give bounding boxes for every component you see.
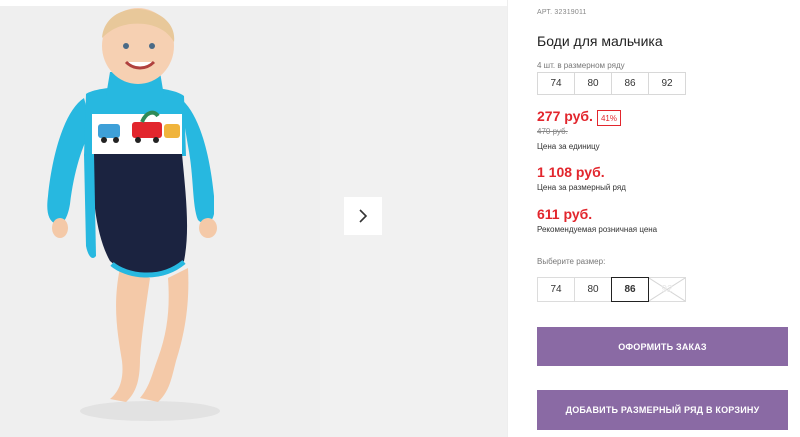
- pack-price: 1 108 руб.: [537, 164, 605, 180]
- pack-size-cell: 80: [574, 72, 612, 95]
- size-option-86[interactable]: 86: [611, 277, 649, 302]
- pack-size-note: 4 шт. в размерном ряду: [537, 61, 625, 70]
- size-option-74[interactable]: 74: [537, 277, 575, 302]
- size-option-92-unavailable: 92: [648, 277, 686, 302]
- old-price: 470 руб.: [537, 127, 568, 136]
- unit-price: 277 руб.: [537, 108, 593, 124]
- pack-price-note: Цена за размерный ряд: [537, 183, 626, 192]
- size-picker: 74 80 86 92: [537, 277, 686, 302]
- pack-size-cell: 74: [537, 72, 575, 95]
- pack-size-cell: 86: [611, 72, 649, 95]
- chevron-right-icon: [359, 209, 368, 223]
- size-picker-label: Выберите размер:: [537, 257, 606, 266]
- product-gallery: [0, 6, 507, 437]
- checkout-button[interactable]: ОФОРМИТЬ ЗАКАЗ: [537, 327, 788, 366]
- pack-size-cell: 92: [648, 72, 686, 95]
- pack-sizes: 74 80 86 92: [537, 72, 686, 95]
- retail-price-note: Рекомендуемая розничная цена: [537, 225, 658, 234]
- product-sku: АРТ. 32319011: [537, 9, 587, 16]
- size-option-92-label: 92: [661, 284, 673, 295]
- child-in-bodysuit-image: [0, 6, 320, 437]
- next-photo-button[interactable]: [344, 197, 382, 235]
- discount-badge: 41%: [597, 110, 621, 126]
- size-option-80[interactable]: 80: [574, 277, 612, 302]
- add-pack-to-cart-button[interactable]: ДОБАВИТЬ РАЗМЕРНЫЙ РЯД В КОРЗИНУ: [537, 390, 788, 430]
- unit-price-note: Цена за единицу: [537, 142, 600, 151]
- retail-price: 611 руб.: [537, 206, 593, 222]
- product-title: Боди для мальчика: [537, 33, 663, 49]
- product-photo[interactable]: [0, 6, 320, 437]
